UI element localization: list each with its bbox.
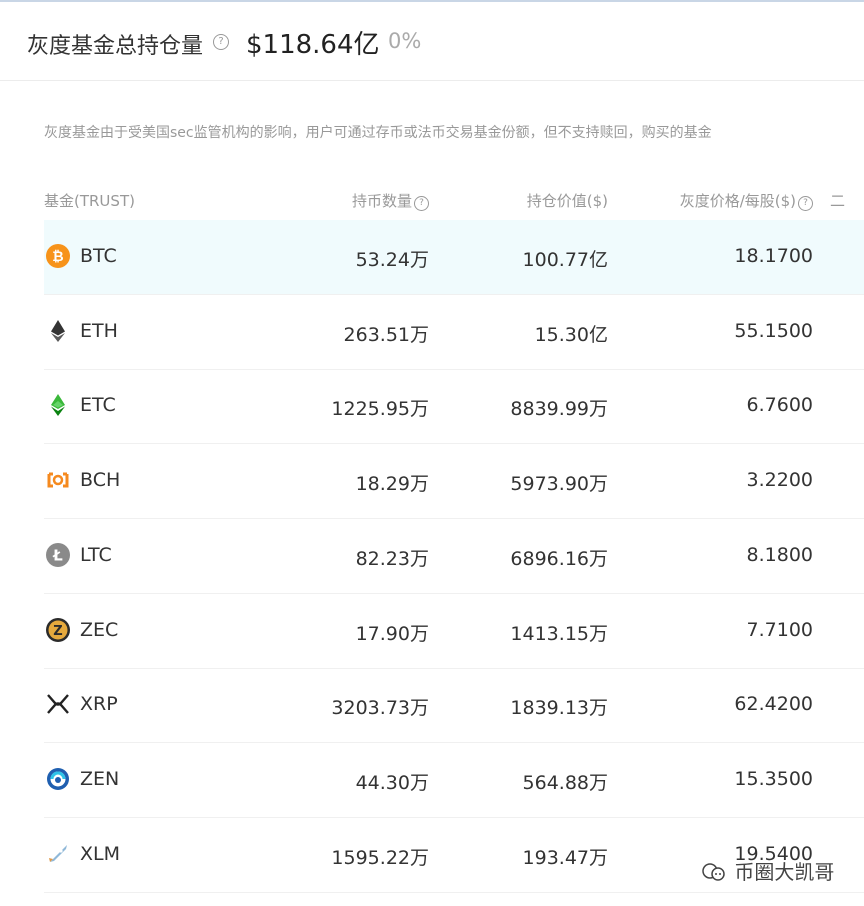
svg-text:Ł: Ł — [52, 546, 63, 564]
question-circle-icon[interactable]: ? — [213, 34, 229, 50]
trust-symbol[interactable]: LTC — [80, 544, 112, 566]
header: 灰度基金总持仓量 ? $118.64亿 0% — [0, 2, 864, 81]
change-percent: 0% — [388, 29, 422, 53]
trust-symbol[interactable]: ZEN — [80, 768, 119, 790]
ltc-icon: Ł — [46, 542, 70, 567]
svg-text:₿: ₿ — [52, 249, 63, 265]
share-price: 6.7600 — [746, 394, 813, 417]
holdings-amount: 1595.22万 — [331, 846, 429, 869]
trust-symbol[interactable]: BCH — [80, 469, 120, 491]
watermark: 币圈大凯哥 — [700, 856, 834, 885]
trust-symbol[interactable]: ETC — [80, 394, 116, 416]
holdings-value: 564.88万 — [522, 771, 608, 794]
table-row[interactable]: ₿ BTC 53.24万 100.77亿 18.1700 — [44, 220, 864, 295]
share-price: 7.7100 — [746, 618, 813, 641]
table-header: 基金(TRUST) 持币数量? 持仓价值($) 灰度价格/每股($)? 二 — [44, 190, 864, 214]
trust-symbol[interactable]: XLM — [80, 843, 120, 865]
xlm-icon — [46, 842, 70, 866]
table-row[interactable]: Ł LTC 82.23万 6896.16万 8.1800 — [44, 519, 864, 594]
trust-symbol[interactable]: BTC — [80, 245, 117, 267]
page-title: 灰度基金总持仓量 — [27, 34, 204, 59]
holdings-amount: 82.23万 — [355, 547, 429, 570]
bch-icon — [46, 468, 70, 492]
watermark-text: 币圈大凯哥 — [734, 860, 835, 884]
trust-symbol[interactable]: ETH — [80, 320, 118, 342]
holdings-amount: 44.30万 — [355, 771, 429, 794]
holdings-value: 6896.16万 — [510, 547, 608, 570]
table-row[interactable]: ETC 1225.95万 8839.99万 6.7600 — [44, 369, 864, 445]
holdings-value: 8839.99万 — [510, 398, 608, 421]
col-value-label: 持仓价值($) — [526, 192, 608, 210]
holdings-amount: 1225.95万 — [331, 398, 429, 421]
table-row[interactable]: XRP 3203.73万 1839.13万 62.4200 — [44, 668, 864, 744]
holdings-amount: 3203.73万 — [331, 697, 429, 720]
holdings-amount: 53.24万 — [355, 249, 429, 271]
holdings-value: 193.47万 — [522, 846, 608, 869]
col-price-label: 灰度价格/每股($) — [679, 192, 796, 210]
col-holdings: 持币数量? — [352, 190, 429, 211]
holdings-value: 100.77亿 — [522, 249, 608, 271]
wechat-icon — [702, 863, 725, 881]
question-circle-icon[interactable]: ? — [414, 196, 429, 211]
col-holdings-label: 持币数量 — [351, 192, 412, 210]
col-more: 二 — [830, 192, 846, 210]
xrp-icon — [46, 692, 70, 716]
holdings-amount: 263.51万 — [343, 323, 429, 346]
trust-symbol[interactable]: ZEC — [80, 619, 118, 641]
table-row[interactable]: BCH 18.29万 5973.90万 3.2200 — [44, 444, 864, 520]
total-holdings-value: $118.64亿 — [246, 30, 380, 60]
col-value: 持仓价值($) — [527, 190, 608, 211]
share-price: 8.1800 — [746, 543, 813, 566]
table-row[interactable]: ETH 263.51万 15.30亿 55.1500 — [44, 295, 864, 370]
holdings-value: 1413.15万 — [510, 622, 608, 645]
notice-text: 灰度基金由于受美国sec监管机构的影响，用户可通过存币或法币交易基金份额，但不支… — [44, 125, 712, 141]
question-circle-icon[interactable]: ? — [798, 196, 813, 211]
holdings-value: 15.30亿 — [534, 323, 608, 346]
holdings-value: 1839.13万 — [510, 697, 608, 720]
table-row[interactable]: ZEN 44.30万 564.88万 15.3500 — [44, 743, 864, 818]
col-price: 灰度价格/每股($)? — [680, 190, 813, 211]
etc-icon — [46, 393, 70, 417]
share-price: 62.4200 — [734, 693, 813, 716]
holdings-amount: 17.90万 — [355, 622, 429, 645]
table-row[interactable]: Z ZEC 17.90万 1413.15万 7.7100 — [44, 594, 864, 669]
share-price: 15.3500 — [734, 767, 813, 790]
share-price: 18.1700 — [734, 245, 813, 267]
share-price: 3.2200 — [746, 469, 813, 492]
holdings-value: 5973.90万 — [510, 473, 608, 496]
btc-icon: ₿ — [46, 244, 70, 268]
col-trust-label: 基金(TRUST) — [44, 192, 135, 210]
zen-icon — [46, 767, 70, 791]
holdings-amount: 18.29万 — [355, 473, 429, 496]
eth-icon — [46, 319, 70, 343]
share-price: 55.1500 — [734, 319, 813, 342]
trust-symbol[interactable]: XRP — [80, 693, 118, 715]
col-trust: 基金(TRUST) — [44, 190, 135, 211]
svg-text:Z: Z — [53, 624, 62, 639]
zec-icon: Z — [46, 617, 70, 642]
